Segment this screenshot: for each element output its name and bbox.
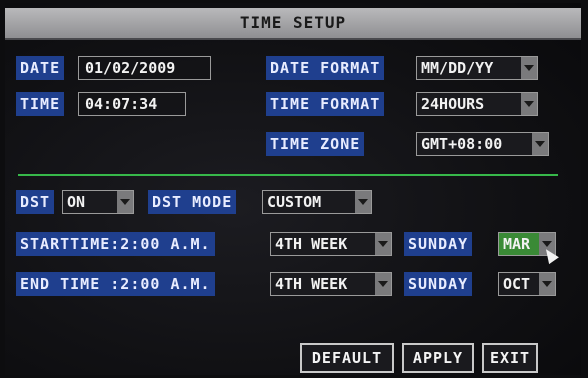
dst-select[interactable]: ON: [62, 190, 134, 214]
default-button[interactable]: DEFAULT: [300, 343, 394, 373]
time-zone-value: GMT+08:00: [421, 135, 503, 153]
start-month-value: MAR: [503, 235, 531, 253]
dropdown-arrow-icon[interactable]: [521, 57, 537, 79]
section-divider: [18, 174, 558, 176]
dropdown-arrow-icon[interactable]: [532, 133, 548, 155]
time-zone-label: TIME ZONE: [266, 132, 365, 156]
dropdown-arrow-icon[interactable]: [375, 273, 391, 295]
dropdown-arrow-icon[interactable]: [521, 93, 537, 115]
time-format-value: 24HOURS: [421, 95, 485, 113]
time-field[interactable]: 04:07:34: [78, 92, 186, 116]
window-title: TIME SETUP: [239, 13, 347, 32]
dropdown-arrow-icon[interactable]: [375, 233, 391, 255]
time-label: TIME: [16, 92, 65, 116]
title-bar: TIME SETUP: [5, 8, 581, 40]
end-day-label: SUNDAY: [404, 272, 473, 296]
end-month-value: OCT: [503, 275, 531, 293]
time-zone-select[interactable]: GMT+08:00: [416, 132, 549, 156]
dst-value: ON: [67, 193, 86, 211]
dropdown-arrow-icon[interactable]: [117, 191, 133, 213]
dst-label: DST: [16, 190, 55, 214]
end-week-value: 4TH WEEK: [275, 275, 348, 293]
end-time-label: END TIME :2:00 A.M.: [16, 272, 215, 296]
dropdown-arrow-icon[interactable]: [539, 273, 555, 295]
time-format-label: TIME FORMAT: [266, 92, 385, 116]
apply-button[interactable]: APPLY: [402, 343, 474, 373]
start-day-label: SUNDAY: [404, 232, 473, 256]
end-month-select[interactable]: OCT: [498, 272, 556, 296]
end-week-select[interactable]: 4TH WEEK: [270, 272, 392, 296]
date-label: DATE: [16, 56, 65, 80]
time-format-select[interactable]: 24HOURS: [416, 92, 538, 116]
start-time-label: STARTTIME:2:00 A.M.: [16, 232, 215, 256]
start-week-select[interactable]: 4TH WEEK: [270, 232, 392, 256]
date-field[interactable]: 01/02/2009: [78, 56, 211, 80]
dropdown-arrow-icon[interactable]: [355, 191, 371, 213]
dst-mode-label: DST MODE: [148, 190, 237, 214]
dst-mode-value: CUSTOM: [267, 193, 322, 211]
date-format-value: MM/DD/YY: [421, 59, 494, 77]
start-week-value: 4TH WEEK: [275, 235, 348, 253]
date-format-select[interactable]: MM/DD/YY: [416, 56, 538, 80]
dst-mode-select[interactable]: CUSTOM: [262, 190, 372, 214]
exit-button[interactable]: EXIT: [482, 343, 538, 373]
date-format-label: DATE FORMAT: [266, 56, 385, 80]
